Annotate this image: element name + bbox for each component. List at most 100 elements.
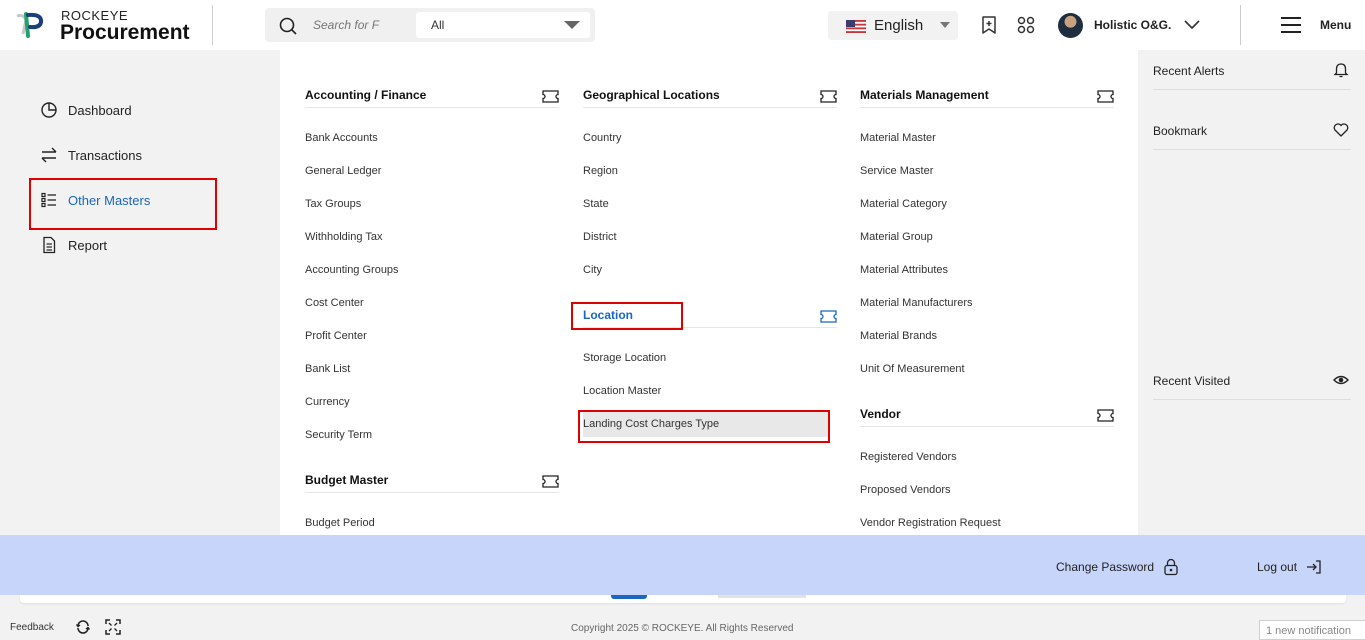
menu-link[interactable]: Material Attributes bbox=[860, 264, 948, 276]
heart-icon[interactable] bbox=[1333, 122, 1349, 138]
bookmark-row[interactable]: Bookmark bbox=[1153, 122, 1351, 150]
mega-menu: Accounting / Finance Bank Accounts Gener… bbox=[280, 50, 1138, 535]
copyright-text: Copyright 2025 © ROCKEYE. All Rights Res… bbox=[571, 623, 794, 634]
header-divider bbox=[1240, 5, 1241, 45]
transfer-arrows-icon bbox=[41, 147, 57, 163]
menu-link[interactable]: Cost Center bbox=[305, 297, 364, 309]
menu-link[interactable]: Material Brands bbox=[860, 330, 937, 342]
logout-button[interactable]: Log out bbox=[1257, 558, 1323, 576]
recent-alerts-row[interactable]: Recent Alerts bbox=[1153, 62, 1351, 90]
section-header: Accounting / Finance bbox=[305, 88, 559, 108]
menu-link[interactable]: Location Master bbox=[583, 385, 661, 397]
menu-link[interactable]: Vendor Registration Request bbox=[860, 517, 1001, 529]
list-icon bbox=[41, 192, 56, 208]
add-bookmark-icon[interactable] bbox=[979, 15, 999, 35]
caret-down-icon bbox=[940, 22, 950, 28]
sidebar-item-label: Report bbox=[68, 237, 108, 253]
section-header: Geographical Locations bbox=[583, 88, 837, 108]
notification-toast[interactable]: 1 new notification bbox=[1259, 620, 1365, 640]
ticket-icon[interactable] bbox=[1097, 409, 1114, 422]
ticket-icon[interactable] bbox=[542, 475, 559, 488]
pagination-edge bbox=[718, 595, 806, 598]
user-name[interactable]: Holistic O&G. bbox=[1094, 18, 1171, 32]
rockeye-logo-icon[interactable] bbox=[14, 10, 46, 40]
section-title: Vendor bbox=[860, 407, 901, 421]
section-title: Location bbox=[583, 308, 633, 322]
search-input[interactable] bbox=[313, 16, 383, 34]
sidebar-item-label: Other Masters bbox=[68, 192, 151, 208]
logout-label: Log out bbox=[1257, 560, 1298, 574]
recent-visited-label: Recent Visited bbox=[1153, 374, 1231, 388]
section-title: Geographical Locations bbox=[583, 88, 720, 102]
menu-link[interactable]: Proposed Vendors bbox=[860, 484, 951, 496]
menu-link[interactable]: Bank List bbox=[305, 363, 350, 375]
menu-link[interactable]: Material Group bbox=[860, 231, 933, 243]
menu-link-selected[interactable]: Landing Cost Charges Type bbox=[583, 412, 829, 437]
sidebar-item-dashboard[interactable]: Dashboard bbox=[40, 98, 132, 122]
section-header: Budget Master bbox=[305, 473, 559, 493]
section-title: Budget Master bbox=[305, 473, 389, 487]
sidebar-item-label: Transactions bbox=[68, 147, 142, 163]
language-label: English bbox=[874, 17, 924, 34]
hamburger-menu-icon[interactable] bbox=[1280, 16, 1302, 34]
section-title: Accounting / Finance bbox=[305, 88, 427, 102]
sidebar: Dashboard Transactions Other Masters Rep… bbox=[0, 50, 280, 535]
search-scope-value: All bbox=[431, 18, 445, 32]
search-icon[interactable] bbox=[279, 17, 297, 35]
ticket-icon[interactable] bbox=[820, 90, 837, 103]
sidebar-item-other-masters[interactable]: Other Masters bbox=[40, 188, 150, 212]
pagination-active-edge bbox=[611, 595, 647, 599]
menu-link[interactable]: District bbox=[583, 231, 617, 243]
menu-link[interactable]: City bbox=[583, 264, 602, 276]
menu-link[interactable]: Region bbox=[583, 165, 618, 177]
recent-alerts-label: Recent Alerts bbox=[1153, 64, 1225, 78]
eye-icon[interactable] bbox=[1333, 372, 1349, 388]
menu-link[interactable]: Material Manufacturers bbox=[860, 297, 973, 309]
lock-icon bbox=[1164, 558, 1178, 576]
brand-title: Procurement bbox=[60, 21, 190, 44]
bookmark-label: Bookmark bbox=[1153, 124, 1208, 138]
bell-icon[interactable] bbox=[1333, 62, 1349, 78]
chevron-down-icon[interactable] bbox=[1183, 17, 1201, 31]
dashboard-icon bbox=[41, 102, 57, 118]
language-selector[interactable]: English bbox=[828, 11, 958, 40]
menu-link[interactable]: Tax Groups bbox=[305, 198, 361, 210]
menu-link[interactable]: Unit Of Measurement bbox=[860, 363, 965, 375]
ticket-icon[interactable] bbox=[820, 310, 837, 323]
menu-link[interactable]: Service Master bbox=[860, 165, 933, 177]
user-avatar[interactable] bbox=[1058, 13, 1083, 38]
search-scope-select[interactable]: All bbox=[416, 12, 590, 38]
menu-link[interactable]: Material Master bbox=[860, 132, 936, 144]
header-divider bbox=[212, 5, 213, 45]
menu-link[interactable]: Registered Vendors bbox=[860, 451, 957, 463]
menu-link[interactable]: Profit Center bbox=[305, 330, 367, 342]
menu-link[interactable]: Withholding Tax bbox=[305, 231, 382, 243]
section-header: Materials Management bbox=[860, 88, 1114, 108]
sidebar-item-report[interactable]: Report bbox=[40, 233, 107, 257]
fullscreen-icon[interactable] bbox=[105, 619, 121, 635]
menu-link[interactable]: Country bbox=[583, 132, 622, 144]
section-header: Location bbox=[583, 308, 837, 328]
section-header: Vendor bbox=[860, 407, 1114, 427]
us-flag-icon bbox=[846, 20, 866, 33]
refresh-icon[interactable] bbox=[75, 619, 91, 635]
menu-link[interactable]: Budget Period bbox=[305, 517, 375, 529]
menu-link[interactable]: Accounting Groups bbox=[305, 264, 399, 276]
menu-link[interactable]: Security Term bbox=[305, 429, 372, 441]
recent-visited-row[interactable]: Recent Visited bbox=[1153, 374, 1351, 400]
ticket-icon[interactable] bbox=[542, 90, 559, 103]
sidebar-item-transactions[interactable]: Transactions bbox=[40, 143, 142, 167]
document-icon bbox=[43, 236, 56, 254]
menu-link[interactable]: State bbox=[583, 198, 609, 210]
menu-link[interactable]: Material Category bbox=[860, 198, 947, 210]
menu-link[interactable]: Currency bbox=[305, 396, 350, 408]
menu-label[interactable]: Menu bbox=[1320, 18, 1351, 32]
menu-link[interactable]: Storage Location bbox=[583, 352, 666, 364]
change-password-button[interactable]: Change Password bbox=[1056, 558, 1180, 576]
feedback-link[interactable]: Feedback bbox=[10, 622, 54, 633]
menu-link[interactable]: General Ledger bbox=[305, 165, 381, 177]
menu-link[interactable]: Bank Accounts bbox=[305, 132, 378, 144]
apps-grid-icon[interactable] bbox=[1016, 15, 1036, 35]
ticket-icon[interactable] bbox=[1097, 90, 1114, 103]
right-panel: Recent Alerts Bookmark Recent Visited bbox=[1138, 50, 1365, 517]
